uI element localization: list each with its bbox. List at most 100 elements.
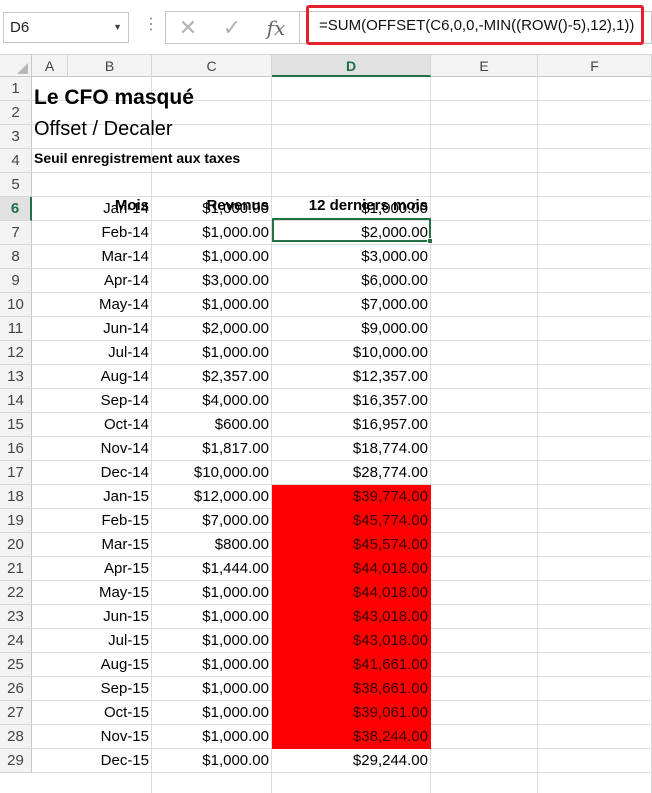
- cell-12-derniers-mois[interactable]: $16,357.00: [272, 389, 431, 413]
- cell-revenus[interactable]: $1,444.00: [152, 557, 272, 581]
- cell-revenus[interactable]: $2,000.00: [152, 317, 272, 341]
- cell-12-derniers-mois[interactable]: $44,018.00: [272, 557, 431, 581]
- cell-revenus[interactable]: $800.00: [152, 533, 272, 557]
- cell-12-derniers-mois[interactable]: $45,574.00: [272, 533, 431, 557]
- cell-mois[interactable]: Apr-15: [68, 557, 152, 581]
- row-header-15[interactable]: 15: [0, 413, 32, 437]
- row-header-14[interactable]: 14: [0, 389, 32, 413]
- cell-12-derniers-mois[interactable]: $9,000.00: [272, 317, 431, 341]
- cell-12-derniers-mois[interactable]: $38,244.00: [272, 725, 431, 749]
- name-box[interactable]: D6 ▼: [3, 12, 129, 43]
- cell-revenus[interactable]: $1,000.00: [152, 245, 272, 269]
- cell-mois[interactable]: Jun-15: [68, 605, 152, 629]
- cell-12-derniers-mois[interactable]: $16,957.00: [272, 413, 431, 437]
- cell-12-derniers-mois[interactable]: $3,000.00: [272, 245, 431, 269]
- cell-revenus[interactable]: $1,000.00: [152, 653, 272, 677]
- insert-function-icon[interactable]: fx: [256, 14, 296, 42]
- chevron-down-icon[interactable]: ▼: [113, 22, 122, 32]
- column-header-a[interactable]: A: [32, 55, 68, 77]
- row-header-9[interactable]: 9: [0, 269, 32, 293]
- cell-12-derniers-mois[interactable]: $18,774.00: [272, 437, 431, 461]
- cell-revenus[interactable]: $12,000.00: [152, 485, 272, 509]
- cell-mois[interactable]: Apr-14: [68, 269, 152, 293]
- row-header-8[interactable]: 8: [0, 245, 32, 269]
- cell-revenus[interactable]: $1,000.00: [152, 197, 272, 221]
- enter-icon[interactable]: ✓: [212, 14, 252, 42]
- cell-mois[interactable]: Jan-15: [68, 485, 152, 509]
- row-header-13[interactable]: 13: [0, 365, 32, 389]
- row-header-26[interactable]: 26: [0, 677, 32, 701]
- row-header-1[interactable]: 1: [0, 77, 32, 101]
- cell-revenus[interactable]: $1,000.00: [152, 341, 272, 365]
- cell-mois[interactable]: Feb-14: [68, 221, 152, 245]
- cell-revenus[interactable]: $1,000.00: [152, 605, 272, 629]
- cell-revenus[interactable]: $3,000.00: [152, 269, 272, 293]
- cell-mois[interactable]: Jan-14: [68, 197, 152, 221]
- column-header-d[interactable]: D: [272, 55, 431, 77]
- more-options-icon[interactable]: ⋮: [143, 14, 159, 34]
- cell-revenus[interactable]: $1,000.00: [152, 701, 272, 725]
- row-header-29[interactable]: 29: [0, 749, 32, 773]
- cell-12-derniers-mois[interactable]: $39,774.00: [272, 485, 431, 509]
- row-header-21[interactable]: 21: [0, 557, 32, 581]
- cell-revenus[interactable]: $4,000.00: [152, 389, 272, 413]
- sheet-subtitle[interactable]: Offset / Decaler: [34, 118, 173, 141]
- cell-mois[interactable]: May-14: [68, 293, 152, 317]
- cell-mois[interactable]: Jul-14: [68, 341, 152, 365]
- cell-12-derniers-mois[interactable]: $43,018.00: [272, 629, 431, 653]
- cell-mois[interactable]: Aug-14: [68, 365, 152, 389]
- row-header-3[interactable]: 3: [0, 125, 32, 149]
- cell-revenus[interactable]: $600.00: [152, 413, 272, 437]
- row-header-12[interactable]: 12: [0, 341, 32, 365]
- cell-mois[interactable]: Oct-15: [68, 701, 152, 725]
- sheet-title[interactable]: Le CFO masqué: [34, 86, 194, 110]
- formula-text[interactable]: =SUM(OFFSET(C6,0,0,-MIN((ROW()-5),12),1)…: [319, 17, 634, 34]
- cell-12-derniers-mois[interactable]: $10,000.00: [272, 341, 431, 365]
- row-header-11[interactable]: 11: [0, 317, 32, 341]
- cell-mois[interactable]: Feb-15: [68, 509, 152, 533]
- cell-12-derniers-mois[interactable]: $28,774.00: [272, 461, 431, 485]
- cell-12-derniers-mois[interactable]: $6,000.00: [272, 269, 431, 293]
- cell-mois[interactable]: Nov-15: [68, 725, 152, 749]
- cell-revenus[interactable]: $1,000.00: [152, 725, 272, 749]
- column-header-c[interactable]: C: [152, 55, 272, 77]
- cell-revenus[interactable]: $1,000.00: [152, 677, 272, 701]
- row-header-28[interactable]: 28: [0, 725, 32, 749]
- row-header-27[interactable]: 27: [0, 701, 32, 725]
- row-header-23[interactable]: 23: [0, 605, 32, 629]
- cell-mois[interactable]: Jul-15: [68, 629, 152, 653]
- cell-revenus[interactable]: $1,000.00: [152, 581, 272, 605]
- cell-12-derniers-mois[interactable]: $38,661.00: [272, 677, 431, 701]
- cell-revenus[interactable]: $1,000.00: [152, 221, 272, 245]
- cell-12-derniers-mois[interactable]: $43,018.00: [272, 605, 431, 629]
- row-header-7[interactable]: 7: [0, 221, 32, 245]
- cell-revenus[interactable]: $1,000.00: [152, 293, 272, 317]
- cell-mois[interactable]: Dec-15: [68, 749, 152, 773]
- cell-12-derniers-mois[interactable]: $12,357.00: [272, 365, 431, 389]
- row-header-25[interactable]: 25: [0, 653, 32, 677]
- cell-revenus[interactable]: $1,000.00: [152, 629, 272, 653]
- cell-revenus[interactable]: $1,817.00: [152, 437, 272, 461]
- select-all-button[interactable]: [0, 55, 32, 77]
- row-header-4[interactable]: 4: [0, 149, 32, 173]
- cell-12-derniers-mois[interactable]: $41,661.00: [272, 653, 431, 677]
- sheet-note[interactable]: Seuil enregistrement aux taxes: [34, 150, 240, 166]
- cell-12-derniers-mois[interactable]: $29,244.00: [272, 749, 431, 773]
- cell-mois[interactable]: Aug-15: [68, 653, 152, 677]
- cell-mois[interactable]: Dec-14: [68, 461, 152, 485]
- row-header-20[interactable]: 20: [0, 533, 32, 557]
- cell-12-derniers-mois[interactable]: $45,774.00: [272, 509, 431, 533]
- row-header-22[interactable]: 22: [0, 581, 32, 605]
- row-header-6[interactable]: 6: [0, 197, 32, 221]
- cell-revenus[interactable]: $7,000.00: [152, 509, 272, 533]
- column-header-f[interactable]: F: [538, 55, 652, 77]
- row-header-2[interactable]: 2: [0, 101, 32, 125]
- selected-cell-d6[interactable]: [272, 218, 433, 244]
- row-header-24[interactable]: 24: [0, 629, 32, 653]
- cell-mois[interactable]: Mar-14: [68, 245, 152, 269]
- cancel-icon[interactable]: ✕: [168, 14, 208, 42]
- cell-12-derniers-mois[interactable]: $7,000.00: [272, 293, 431, 317]
- cell-revenus[interactable]: $10,000.00: [152, 461, 272, 485]
- row-header-17[interactable]: 17: [0, 461, 32, 485]
- row-header-18[interactable]: 18: [0, 485, 32, 509]
